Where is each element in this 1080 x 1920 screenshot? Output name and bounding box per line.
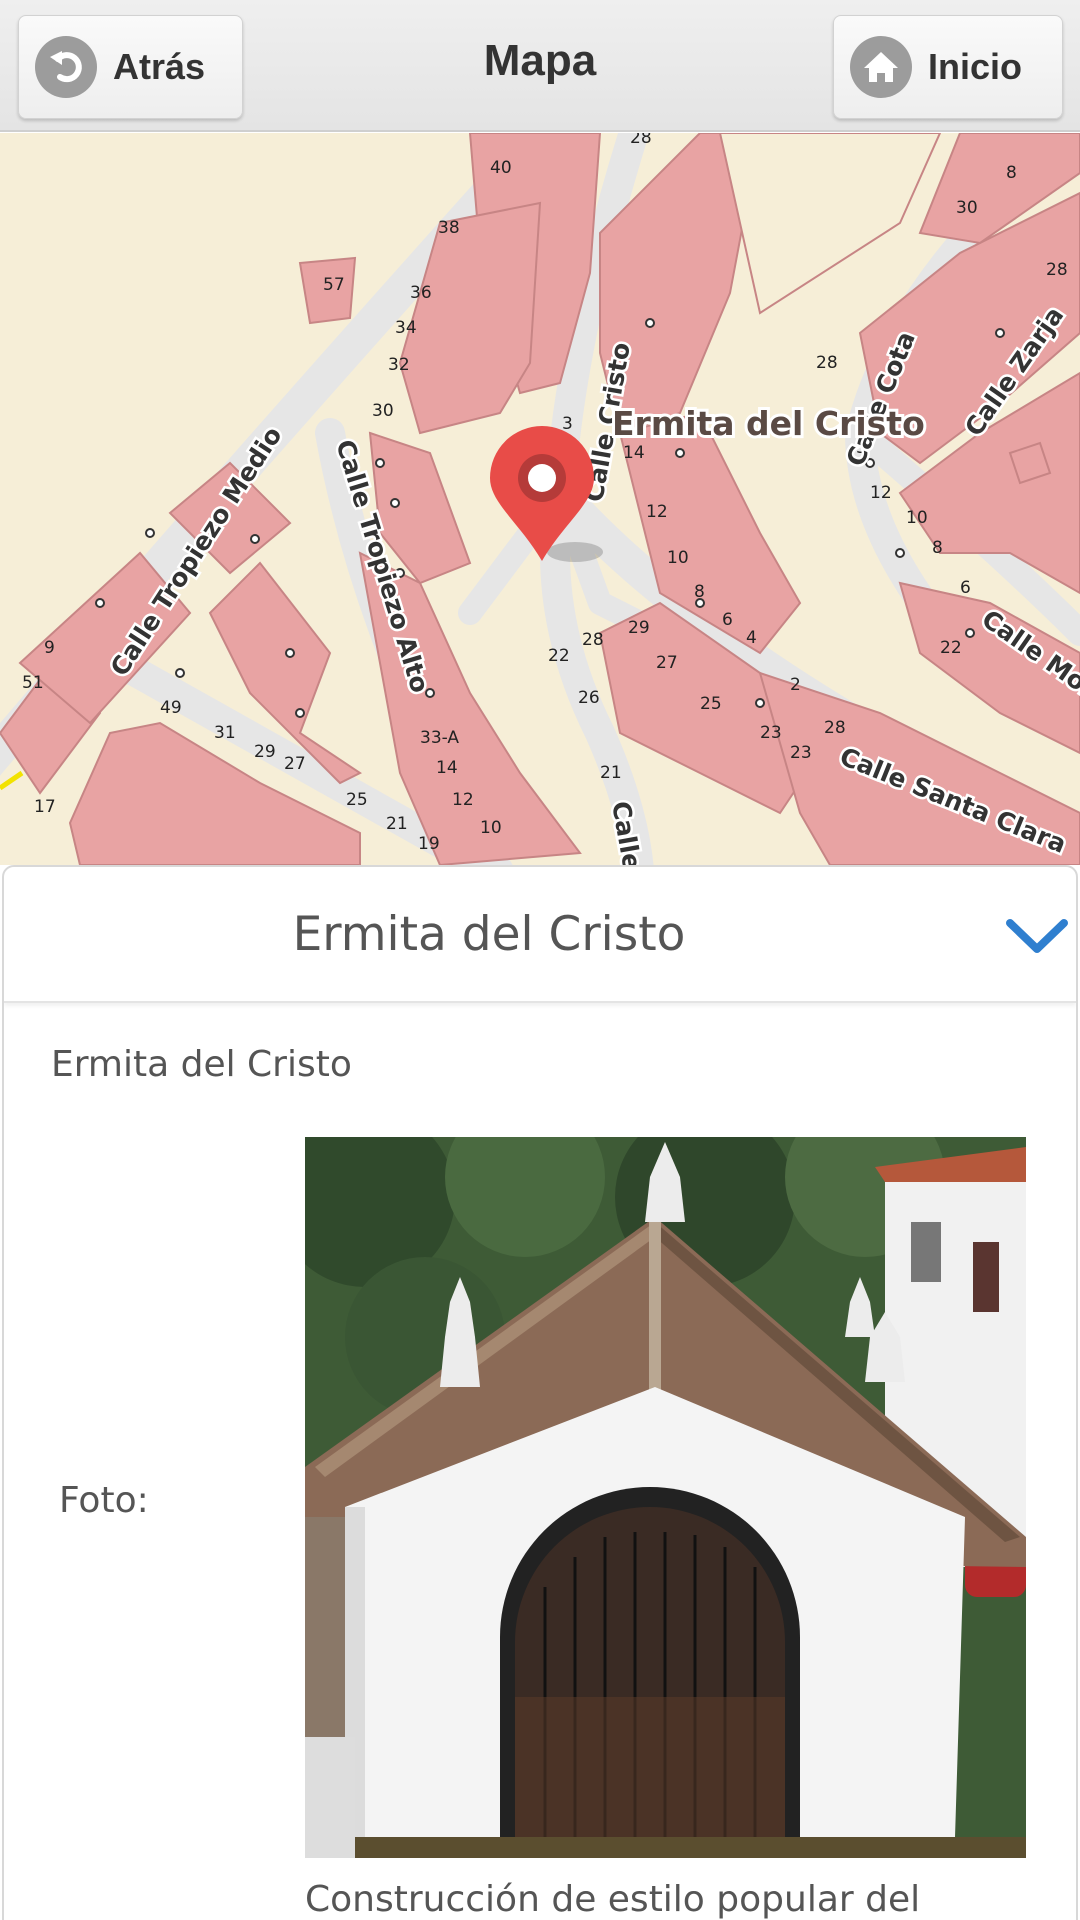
house-number: 40	[490, 158, 512, 178]
home-button-label: Inicio	[928, 46, 1023, 87]
house-number: 8	[932, 538, 943, 558]
panel-title: Ermita del Cristo	[292, 907, 686, 962]
house-number: 10	[906, 508, 928, 528]
house-number: 21	[386, 814, 408, 834]
house-number: 23	[790, 743, 812, 763]
place-description: Construcción de estilo popular del	[305, 1879, 921, 1920]
house-number: 8	[1006, 163, 1017, 183]
house-number: 38	[438, 218, 460, 238]
map-view[interactable]: 28 40 38 57 36 34 32 30 3 14 12 10 8 6 4…	[0, 133, 1080, 865]
house-number: 28	[582, 630, 604, 650]
house-number: 21	[600, 763, 622, 783]
back-button[interactable]: Atrás	[18, 15, 243, 119]
house-number: 33-A	[420, 728, 459, 748]
house-number: 28	[630, 133, 652, 148]
house-number: 26	[578, 688, 600, 708]
house-number: 57	[323, 275, 345, 295]
house-number: 12	[646, 502, 668, 522]
house-number: 22	[548, 646, 570, 666]
house-number: 17	[34, 797, 56, 817]
page-title: Mapa	[483, 36, 597, 85]
home-button[interactable]: Inicio	[833, 15, 1063, 119]
house-number: 14	[623, 443, 645, 463]
house-number: 30	[372, 401, 394, 421]
house-number: 27	[284, 754, 306, 774]
house-number: 36	[410, 283, 432, 303]
poi-label: Ermita del Cristo	[612, 404, 925, 443]
house-number: 10	[480, 818, 502, 838]
house-number: 22	[940, 638, 962, 658]
house-number: 31	[214, 723, 236, 743]
house-number: 51	[22, 673, 44, 693]
house-number: 28	[816, 353, 838, 373]
place-name: Ermita del Cristo	[51, 1044, 352, 1085]
home-icon	[850, 36, 912, 98]
house-number: 12	[452, 790, 474, 810]
house-number: 10	[667, 548, 689, 568]
house-number: 28	[1046, 260, 1068, 280]
back-button-label: Atrás	[113, 46, 206, 87]
house-number: 12	[870, 483, 892, 503]
house-number: 34	[395, 318, 417, 338]
house-number: 2	[790, 675, 801, 695]
house-number: 25	[346, 790, 368, 810]
house-number: 28	[824, 718, 846, 738]
house-number: 6	[960, 578, 971, 598]
house-number: 4	[746, 628, 757, 648]
place-photo[interactable]	[305, 1137, 1026, 1858]
house-number: 9	[44, 638, 55, 658]
house-number: 8	[694, 582, 705, 602]
house-number: 32	[388, 355, 410, 375]
collapse-chevron-icon[interactable]	[1002, 907, 1072, 967]
house-number: 25	[700, 694, 722, 714]
photo-label: Foto:	[59, 1480, 149, 1521]
house-number: 6	[722, 610, 733, 630]
house-number: 49	[160, 698, 182, 718]
house-number: 14	[436, 758, 458, 778]
house-number: 19	[418, 834, 440, 854]
panel-header: Ermita del Cristo	[4, 867, 1076, 1003]
house-number: 29	[254, 742, 276, 762]
info-panel: Ermita del Cristo Ermita del Cristo Foto…	[2, 865, 1078, 1920]
house-number: 30	[956, 198, 978, 218]
house-number: 23	[760, 723, 782, 743]
house-number: 29	[628, 618, 650, 638]
top-bar: Atrás Mapa Inicio	[0, 0, 1080, 132]
back-arrow-icon	[35, 36, 97, 98]
house-number: 27	[656, 653, 678, 673]
